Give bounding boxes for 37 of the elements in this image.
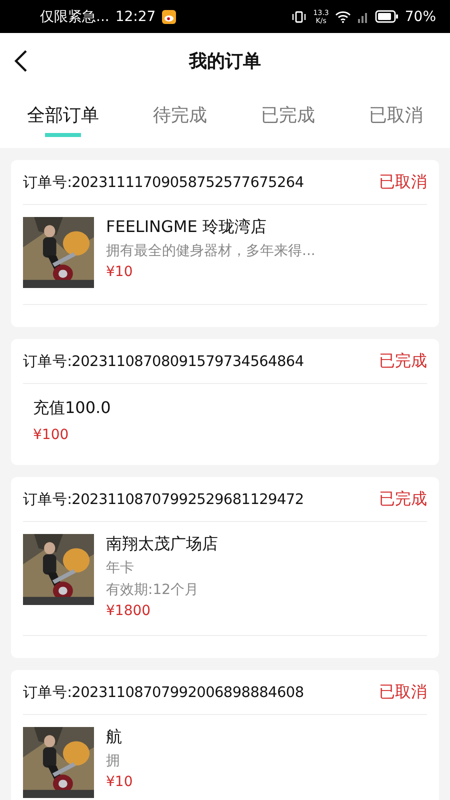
vibrate-icon <box>291 10 308 22</box>
page-title: 我的订单 <box>189 50 261 73</box>
order-tab[interactable]: 已取消 <box>367 96 425 136</box>
order-number: 订单号:20231108707992529681129472 <box>23 490 304 508</box>
recharge-name: 充值100.0 <box>33 398 111 419</box>
item-detail: 拥 <box>106 752 121 770</box>
clock-time: 12:27 <box>115 8 156 24</box>
order-price: ¥10 <box>106 264 134 280</box>
wifi-icon <box>334 10 351 23</box>
item-detail: 年卡 <box>106 559 135 577</box>
store-name: 航 <box>106 727 123 748</box>
item-detail: 拥有最全的健身器材，多年来得... <box>106 242 316 260</box>
order-card[interactable]: 订单号:20231108708091579734564864 已完成 充值100.0 ¥100 <box>11 339 439 465</box>
back-button[interactable] <box>14 49 28 73</box>
signal-icon <box>356 10 369 23</box>
notification-text: 仅限紧急... <box>40 8 110 26</box>
order-tab[interactable]: 已完成 <box>259 96 317 136</box>
item-detail: 有效期:12个月 <box>106 581 200 599</box>
order-price: ¥100 <box>33 427 69 443</box>
order-number: 订单号:20231108707992006898884608 <box>23 684 304 702</box>
order-price: ¥1800 <box>106 603 152 619</box>
order-status: 已完成 <box>379 488 427 510</box>
order-price: ¥10 <box>106 774 133 790</box>
order-status: 已完成 <box>379 350 427 372</box>
app-notification-icon <box>162 10 176 24</box>
order-card[interactable]: 订单号:20231108707992529681129472 已完成 南翔太茂广场店 年卡 有效期:12个月 ¥1800 <box>11 477 439 658</box>
order-number: 订单号:20231108708091579734564864 <box>23 352 304 370</box>
battery-percent: 70% <box>404 8 436 24</box>
order-status: 已取消 <box>379 682 427 702</box>
order-card[interactable]: 订单号:20231111709058752577675264 已取消 FEELINGME 玲珑湾店 拥有最全的健身器材，多年来得... ¥10 <box>11 160 439 327</box>
store-name: FEELINGME 玲珑湾店 <box>106 217 268 238</box>
order-status: 已取消 <box>379 172 427 192</box>
store-name: 南翔太茂广场店 <box>106 534 218 555</box>
order-number: 订单号:20231111709058752577675264 <box>23 174 304 192</box>
battery-icon <box>374 10 399 23</box>
order-tab[interactable]: 待完成 <box>151 96 209 136</box>
order-card[interactable]: 订单号:20231108707992006898884608 已取消 航 拥 ¥10 <box>11 670 439 800</box>
